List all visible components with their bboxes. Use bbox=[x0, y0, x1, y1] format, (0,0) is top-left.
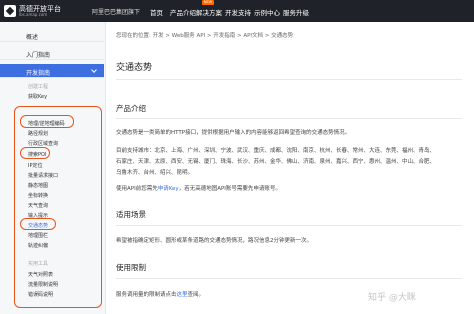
highlight-box-geocoding bbox=[20, 115, 74, 128]
nav-products[interactable]: 产品介绍 bbox=[170, 7, 196, 17]
breadcrumb: 您现在的位置: 开发 > Web服务 API > 开发指南 > API文档 > … bbox=[116, 33, 294, 39]
divider bbox=[116, 278, 462, 279]
site-logo[interactable]: 高德开放平台 lbs.amap.com bbox=[4, 3, 66, 19]
sidebar-item-label: 开发指南 bbox=[26, 70, 51, 77]
logo-subtitle: lbs.amap.com bbox=[19, 12, 48, 17]
supported-cities-text: 石家庄、天津、太原、西安、无锡、厦门、珠海、长沙、苏州、金华、佛山、济南、泉州、… bbox=[116, 159, 436, 165]
page-title: 交通态势 bbox=[116, 63, 153, 73]
sidebar-item-label: 概述 bbox=[26, 34, 39, 41]
scenario-text: 希望被指确定矩形、圆形或某条道路的交通态势情况，路况信息2分钟更新一次。 bbox=[116, 238, 313, 244]
supported-cities-text: 乌鲁木齐、台州、绍兴、昆明。 bbox=[116, 170, 194, 176]
sidebar-item-label: 入门指南 bbox=[26, 52, 51, 59]
new-badge: NEW bbox=[202, 0, 214, 5]
sidebar-item-overview[interactable]: 概述 bbox=[0, 28, 104, 42]
section-heading-scenarios: 适用场景 bbox=[116, 210, 146, 219]
section-heading-limits: 使用限制 bbox=[116, 263, 146, 272]
highlight-box-traffic bbox=[20, 218, 56, 230]
key-notice-text: 使用API前您需先申请Key，若无高德地图API账号需要先申请账号。 bbox=[116, 184, 281, 192]
watermark: 知乎 @大眯 bbox=[368, 293, 416, 303]
chevron-down-icon bbox=[91, 67, 97, 73]
divider bbox=[116, 79, 462, 80]
group-name: 阿里巴巴集团旗下 bbox=[92, 9, 141, 16]
sidebar-section-create-project: 创建工程 bbox=[28, 84, 49, 90]
nav-examples[interactable]: 示例中心 bbox=[254, 7, 280, 17]
limit-text: 服务调用量的限制请点击这里查阅。 bbox=[116, 290, 204, 298]
intro-text: 交通态势是一类简单的HTTP接口，提供根据用户输入的内容能够返回希望查询的交通态… bbox=[116, 130, 351, 136]
highlight-box-poi bbox=[20, 147, 50, 159]
limit-here-link[interactable]: 这里 bbox=[177, 292, 188, 298]
sidebar-item-get-key[interactable]: 获取Key bbox=[28, 93, 47, 100]
highlight-box-list bbox=[14, 106, 102, 308]
top-navigation-bar: 高德开放平台 lbs.amap.com 阿里巴巴集团旗下 首页 产品介绍 解决方… bbox=[0, 0, 474, 22]
nav-dev-support[interactable]: 开发支持 bbox=[225, 7, 251, 17]
sidebar-item-dev-guide[interactable]: 开发指南 bbox=[0, 64, 104, 78]
divider bbox=[116, 225, 462, 226]
divider bbox=[116, 118, 462, 119]
section-heading-intro: 产品介绍 bbox=[116, 104, 146, 113]
limit-pre: 服务调用量的限制请点击 bbox=[116, 292, 177, 298]
sidebar-item-getting-started[interactable]: 入门指南 bbox=[0, 46, 104, 60]
nav-service-upgrade[interactable]: 服务升级 bbox=[283, 7, 309, 17]
supported-cities-text: 目前支持城市：北京、上海、广州、深圳、宁波、武汉、重庆、成都、沈阳、南京、杭州、… bbox=[116, 148, 436, 154]
key-notice-post: ，若无高德地图API账号需要先申请账号。 bbox=[178, 186, 281, 192]
limit-post: 查阅。 bbox=[187, 292, 205, 298]
key-notice-pre: 使用API前您需先 bbox=[116, 186, 158, 192]
amap-logo-icon bbox=[4, 5, 16, 17]
apply-key-link[interactable]: 申请Key bbox=[158, 186, 179, 192]
nav-home[interactable]: 首页 bbox=[150, 7, 163, 17]
nav-solutions[interactable]: 解决方案 bbox=[196, 7, 222, 17]
